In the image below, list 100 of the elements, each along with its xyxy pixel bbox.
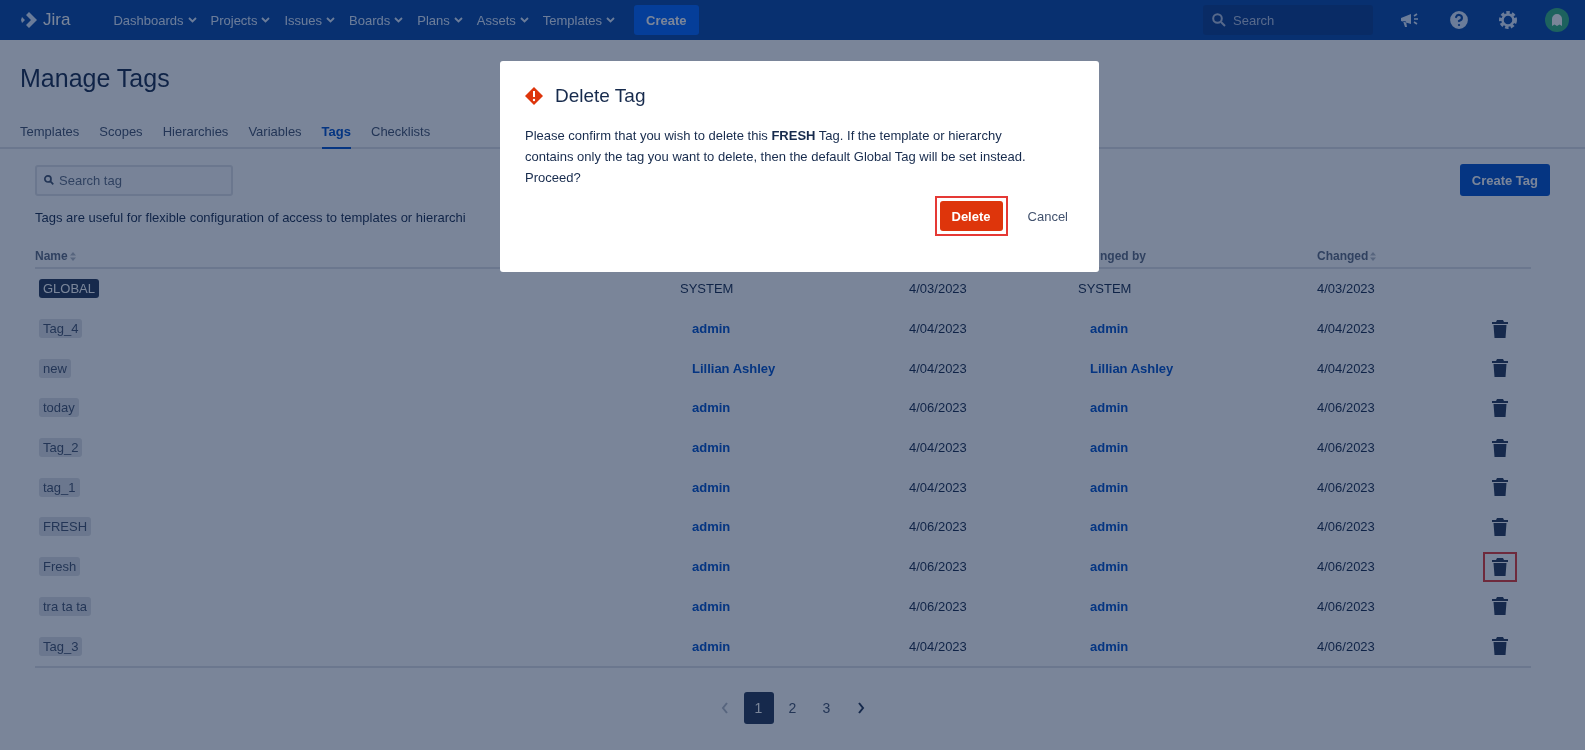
date-cell-text: 4/06/2023 [1317, 439, 1376, 458]
user-link[interactable]: Lillian Ashley [1090, 360, 1174, 376]
chevron-down-icon [453, 17, 463, 23]
date-cell-text: 4/06/2023 [1317, 399, 1376, 418]
user-link[interactable]: admin [692, 519, 731, 535]
create-button[interactable]: Create [634, 5, 699, 35]
tag-chip: Tag_2 [39, 438, 83, 458]
date-cell-text: 4/06/2023 [1317, 637, 1376, 656]
nav-menu[interactable]: Assets [471, 4, 534, 36]
dialog-title: Delete Tag [555, 85, 646, 107]
date-cell-text: 4/04/2023 [909, 478, 968, 497]
tag-chip: Tag_3 [39, 636, 83, 656]
trash-icon [1492, 478, 1508, 497]
tab[interactable]: Hierarchies [162, 124, 229, 149]
date-cell-text: 4/03/2023 [909, 280, 968, 299]
tab[interactable]: Scopes [99, 124, 143, 149]
user-link[interactable]: admin [1090, 440, 1129, 456]
date-cell-text: 4/06/2023 [1317, 597, 1376, 616]
chevron-down-icon [394, 17, 404, 23]
column-header[interactable]: Changed [1317, 245, 1477, 269]
search-tag-field[interactable]: Search tag [35, 164, 233, 196]
date-cell-text: 4/04/2023 [909, 439, 968, 458]
search-field[interactable]: Search [1203, 5, 1373, 35]
date-cell-text: 4/04/2023 [1317, 359, 1376, 378]
cancel-button[interactable]: Cancel [1021, 208, 1074, 224]
tag-chip: Tag_4 [39, 319, 83, 339]
trash-icon [1492, 637, 1508, 656]
tab[interactable]: Templates [20, 124, 80, 149]
user-link[interactable]: admin [692, 638, 731, 654]
nav-menu[interactable]: Plans [412, 4, 468, 36]
page-button[interactable]: 3 [811, 691, 842, 724]
page-title: Manage Tags [20, 64, 171, 93]
trash-icon [1492, 557, 1508, 576]
date-cell-text: 4/04/2023 [909, 320, 968, 339]
nav-menu[interactable]: Dashboards [108, 4, 202, 36]
user-link[interactable]: admin [692, 400, 731, 416]
user-link[interactable]: admin [1090, 598, 1129, 614]
nav-menu[interactable]: Issues [279, 4, 341, 36]
chevron-down-icon [261, 17, 271, 23]
date-cell-text: 4/04/2023 [909, 637, 968, 656]
trash-icon [1492, 438, 1508, 457]
date-cell-text: 4/06/2023 [1317, 558, 1376, 577]
trash-icon [1492, 517, 1508, 536]
search-icon [44, 175, 54, 185]
trash-icon [1492, 359, 1508, 378]
user-link[interactable]: Lillian Ashley [692, 360, 776, 376]
user-link[interactable]: admin [1090, 638, 1129, 654]
nav-menu[interactable]: Templates [537, 4, 621, 36]
settings-icon[interactable] [1497, 9, 1519, 31]
jira-logo-icon [20, 11, 38, 29]
help-icon[interactable] [1447, 8, 1471, 32]
search-icon [1212, 13, 1226, 27]
nav-menu[interactable]: Projects [205, 4, 276, 36]
trash-icon [1492, 597, 1508, 616]
chevron-down-icon [519, 17, 529, 23]
tag-chip: tra ta ta [39, 596, 92, 616]
user-link[interactable]: admin [1090, 321, 1129, 337]
user-link[interactable]: admin [692, 479, 731, 495]
user-link[interactable]: admin [1090, 559, 1129, 575]
user-link[interactable]: admin [1090, 400, 1129, 416]
warning-icon [525, 87, 543, 105]
date-cell-text: 4/06/2023 [909, 399, 968, 418]
user-link[interactable]: admin [692, 440, 731, 456]
nav-menu[interactable]: Boards [344, 4, 409, 36]
avatar-icon[interactable] [1545, 8, 1569, 32]
tab[interactable]: Variables [248, 124, 302, 149]
sort-icon [1370, 251, 1377, 261]
chevron-down-icon [187, 17, 197, 23]
user-link[interactable]: admin [1090, 479, 1129, 495]
page-button[interactable]: 2 [777, 691, 808, 724]
date-cell-text: 4/04/2023 [1317, 320, 1376, 339]
page-button[interactable]: 1 [743, 691, 774, 724]
sort-icon [69, 251, 76, 261]
create-tag-button[interactable]: Create Tag [1459, 164, 1550, 196]
megaphone-icon[interactable] [1399, 10, 1421, 30]
chevron-down-icon [326, 17, 336, 23]
delete-button[interactable]: Delete [939, 201, 1003, 231]
tag-chip: tag_1 [39, 477, 80, 497]
dialog-message: Please confirm that you wish to delete this FRESH Tag. If the template or hierarchy contains only the tag you want to delete, then the default Global Tag will be set instead. Proceed? [525, 127, 1027, 187]
tab[interactable]: Tags [321, 124, 351, 149]
trash-icon [1492, 398, 1508, 417]
user-link[interactable]: admin [1090, 519, 1129, 535]
delete-button[interactable] [1483, 551, 1517, 582]
date-cell-text: 4/03/2023 [1317, 280, 1376, 299]
tag-chip: GLOBAL [39, 279, 100, 299]
chevron-right-icon [856, 701, 865, 714]
date-cell-text: 4/06/2023 [1317, 478, 1376, 497]
date-cell-text: 4/06/2023 [909, 558, 968, 577]
date-cell-text: 4/06/2023 [1317, 518, 1376, 537]
trash-icon [1492, 319, 1508, 338]
tag-chip: FRESH [39, 517, 92, 537]
user-link[interactable]: admin [692, 598, 731, 614]
date-cell-text: 4/06/2023 [909, 597, 968, 616]
tab[interactable]: Checklists [371, 124, 431, 149]
user-link[interactable]: admin [692, 321, 731, 337]
tag-chip: today [39, 398, 79, 418]
user-link[interactable]: admin [692, 559, 731, 575]
description-text: Tags are useful for flexible configuration of access to templates or hierarchi [35, 210, 466, 225]
logo-text: Jira [43, 10, 71, 30]
jira-logo[interactable]: Jira [20, 10, 71, 30]
